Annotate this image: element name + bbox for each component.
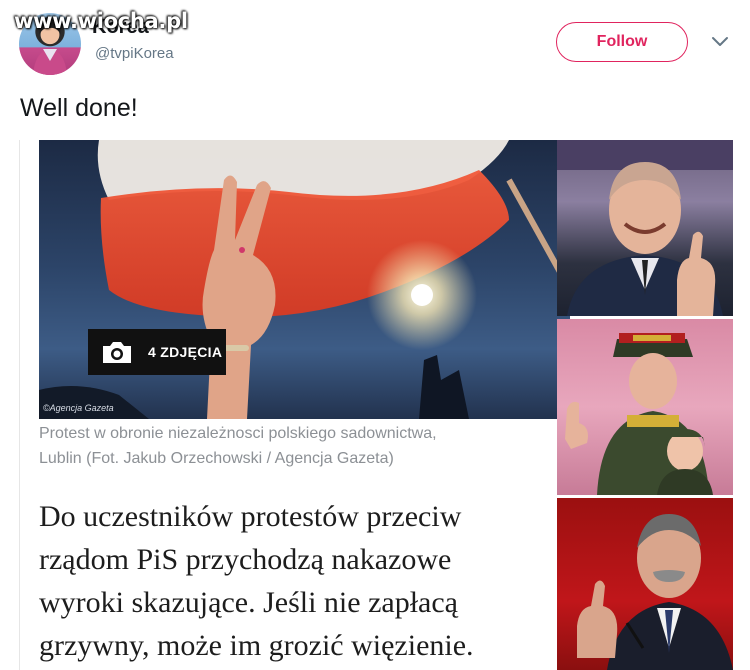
thumbnail-leader-2-scene bbox=[565, 333, 713, 495]
thumbnail-leader-1[interactable] bbox=[557, 140, 733, 316]
photo-count-badge[interactable]: 4 ZDJĘCIA bbox=[88, 329, 226, 375]
watermark-text: www.wiocha.pl bbox=[14, 9, 188, 33]
headline-line: rządom PiS przychodzą nakazowe bbox=[39, 543, 452, 576]
photo-caption: Protest w obronie niezależnosci polskieg… bbox=[39, 421, 559, 471]
photo-credit: ©Agencja Gazeta bbox=[43, 403, 114, 413]
chevron-down-icon[interactable] bbox=[711, 35, 729, 49]
caption-line: Lublin (Fot. Jakub Orzechowski / Agencja… bbox=[39, 450, 394, 467]
caption-line: Protest w obronie niezależnosci polskieg… bbox=[39, 425, 437, 442]
camera-icon bbox=[103, 342, 131, 363]
tweet-text: Well done! bbox=[20, 94, 138, 122]
thumbnail-leader-3[interactable] bbox=[557, 498, 733, 670]
thumbnail-leader-1-scene bbox=[557, 140, 733, 316]
account-handle[interactable]: @tvpiKorea bbox=[95, 45, 174, 62]
thumbnail-leader-3-scene bbox=[577, 514, 733, 670]
article-headline: Do uczestników protestów przeciw rządom … bbox=[39, 495, 559, 667]
protest-photo[interactable]: 4 ZDJĘCIA ©Agencja Gazeta bbox=[39, 140, 570, 419]
thumbnail-leader-2[interactable] bbox=[557, 319, 733, 495]
headline-line: grzywny, może im grozić więzienie. bbox=[39, 629, 474, 662]
follow-button[interactable]: Follow bbox=[556, 22, 688, 62]
embedded-article-image[interactable]: 4 ZDJĘCIA ©Agencja Gazeta Protest w obro… bbox=[19, 140, 733, 670]
headline-line: wyroki skazujące. Jeśli nie zapłacą bbox=[39, 586, 458, 619]
headline-line: Do uczestników protestów przeciw bbox=[39, 500, 462, 533]
photo-count-label: 4 ZDJĘCIA bbox=[148, 344, 223, 360]
protest-photo-scene bbox=[39, 140, 570, 419]
